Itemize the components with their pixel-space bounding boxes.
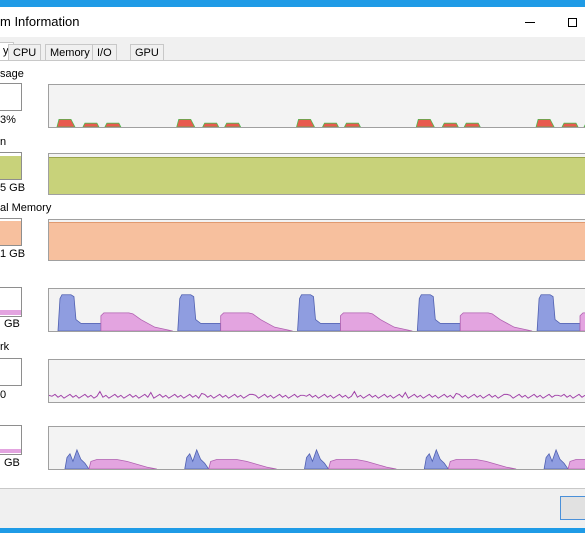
minimize-button[interactable] (515, 7, 545, 37)
network-label: rk (0, 341, 10, 353)
title-bar: m Information (0, 7, 585, 37)
cpu-usage-value: 3% (0, 114, 16, 126)
disk-write-ramp (208, 459, 277, 469)
network-graph (48, 359, 585, 403)
cpu-usage-label: sage (0, 68, 24, 80)
virtual-mini-graph (0, 218, 22, 246)
window-title: m Information (0, 14, 80, 29)
io-write-ramp (100, 312, 173, 331)
cpu-peak (56, 118, 76, 127)
disk-read-block (304, 448, 329, 469)
cpu-bump (441, 122, 459, 127)
window-bottom-border (0, 528, 585, 533)
cpu-bump (82, 122, 100, 127)
cpu-bump (322, 122, 339, 127)
io-chart (57, 294, 585, 331)
cpu-peak (535, 118, 555, 127)
io-read-block (177, 294, 222, 331)
tab-memory[interactable]: Memory (45, 44, 95, 61)
disk-read-block (64, 448, 90, 469)
window-top-border (0, 0, 585, 7)
disk-write-ramp (567, 459, 585, 469)
disk-chart (64, 448, 585, 469)
network-value: 0 (0, 389, 7, 401)
cpu-usage-chart (56, 118, 585, 127)
virtual-memory-graph (48, 219, 585, 261)
memory-label: n (0, 136, 7, 148)
io-mini-graph (0, 287, 22, 317)
tab-io[interactable]: I/O (92, 44, 117, 61)
io-value: GB (4, 318, 20, 330)
cpu-peak (415, 118, 435, 127)
disk-value: GB (4, 457, 20, 469)
memory-mini-graph (0, 152, 22, 180)
network-series-line (49, 390, 585, 399)
io-graph (48, 288, 585, 332)
cpu-bump (224, 122, 242, 127)
minimize-icon (525, 21, 535, 23)
io-read-block (416, 294, 461, 331)
io-read-block (297, 294, 341, 331)
cpu-mini-graph (0, 83, 22, 111)
cpu-bump (561, 122, 579, 127)
disk-read-block (423, 448, 449, 469)
memory-fill (49, 157, 585, 194)
io-read-block (57, 294, 102, 331)
disk-write-ramp (328, 459, 397, 469)
disk-graph (48, 426, 585, 470)
io-write-ramp (579, 312, 585, 331)
io-mini-fill (0, 310, 21, 315)
virtual-memory-value: 1 GB (0, 248, 26, 260)
cpu-usage-graph (48, 84, 585, 128)
memory-graph (48, 153, 585, 195)
cpu-bump (104, 122, 122, 127)
maximize-icon (567, 17, 577, 27)
disk-write-ramp (88, 459, 157, 469)
memory-mini-fill (0, 156, 21, 179)
cpu-bump (344, 122, 361, 127)
cpu-peak (296, 118, 315, 127)
disk-mini-graph (0, 425, 22, 455)
network-mini-graph (0, 358, 22, 386)
io-read-block (536, 294, 581, 331)
cpu-bump (463, 122, 481, 127)
io-write-ramp (220, 312, 293, 331)
io-write-ramp (340, 312, 413, 331)
tab-gpu[interactable]: GPU (130, 44, 164, 61)
ok-button[interactable] (560, 496, 585, 520)
disk-read-block (184, 448, 210, 469)
network-chart (49, 390, 585, 399)
virtual-memory-label: al Memory (0, 202, 52, 214)
virtual-mini-fill (0, 221, 21, 245)
disk-write-ramp (447, 459, 517, 469)
memory-value: 5 GB (0, 182, 26, 194)
disk-read-block (543, 448, 569, 469)
disk-mini-fill (0, 449, 21, 453)
cpu-bump (202, 122, 220, 127)
virtual-fill (49, 222, 585, 260)
cpu-peak (176, 118, 196, 127)
tab-cpu[interactable]: CPU (8, 44, 42, 61)
io-write-ramp (459, 312, 533, 331)
maximize-button[interactable] (557, 7, 585, 37)
